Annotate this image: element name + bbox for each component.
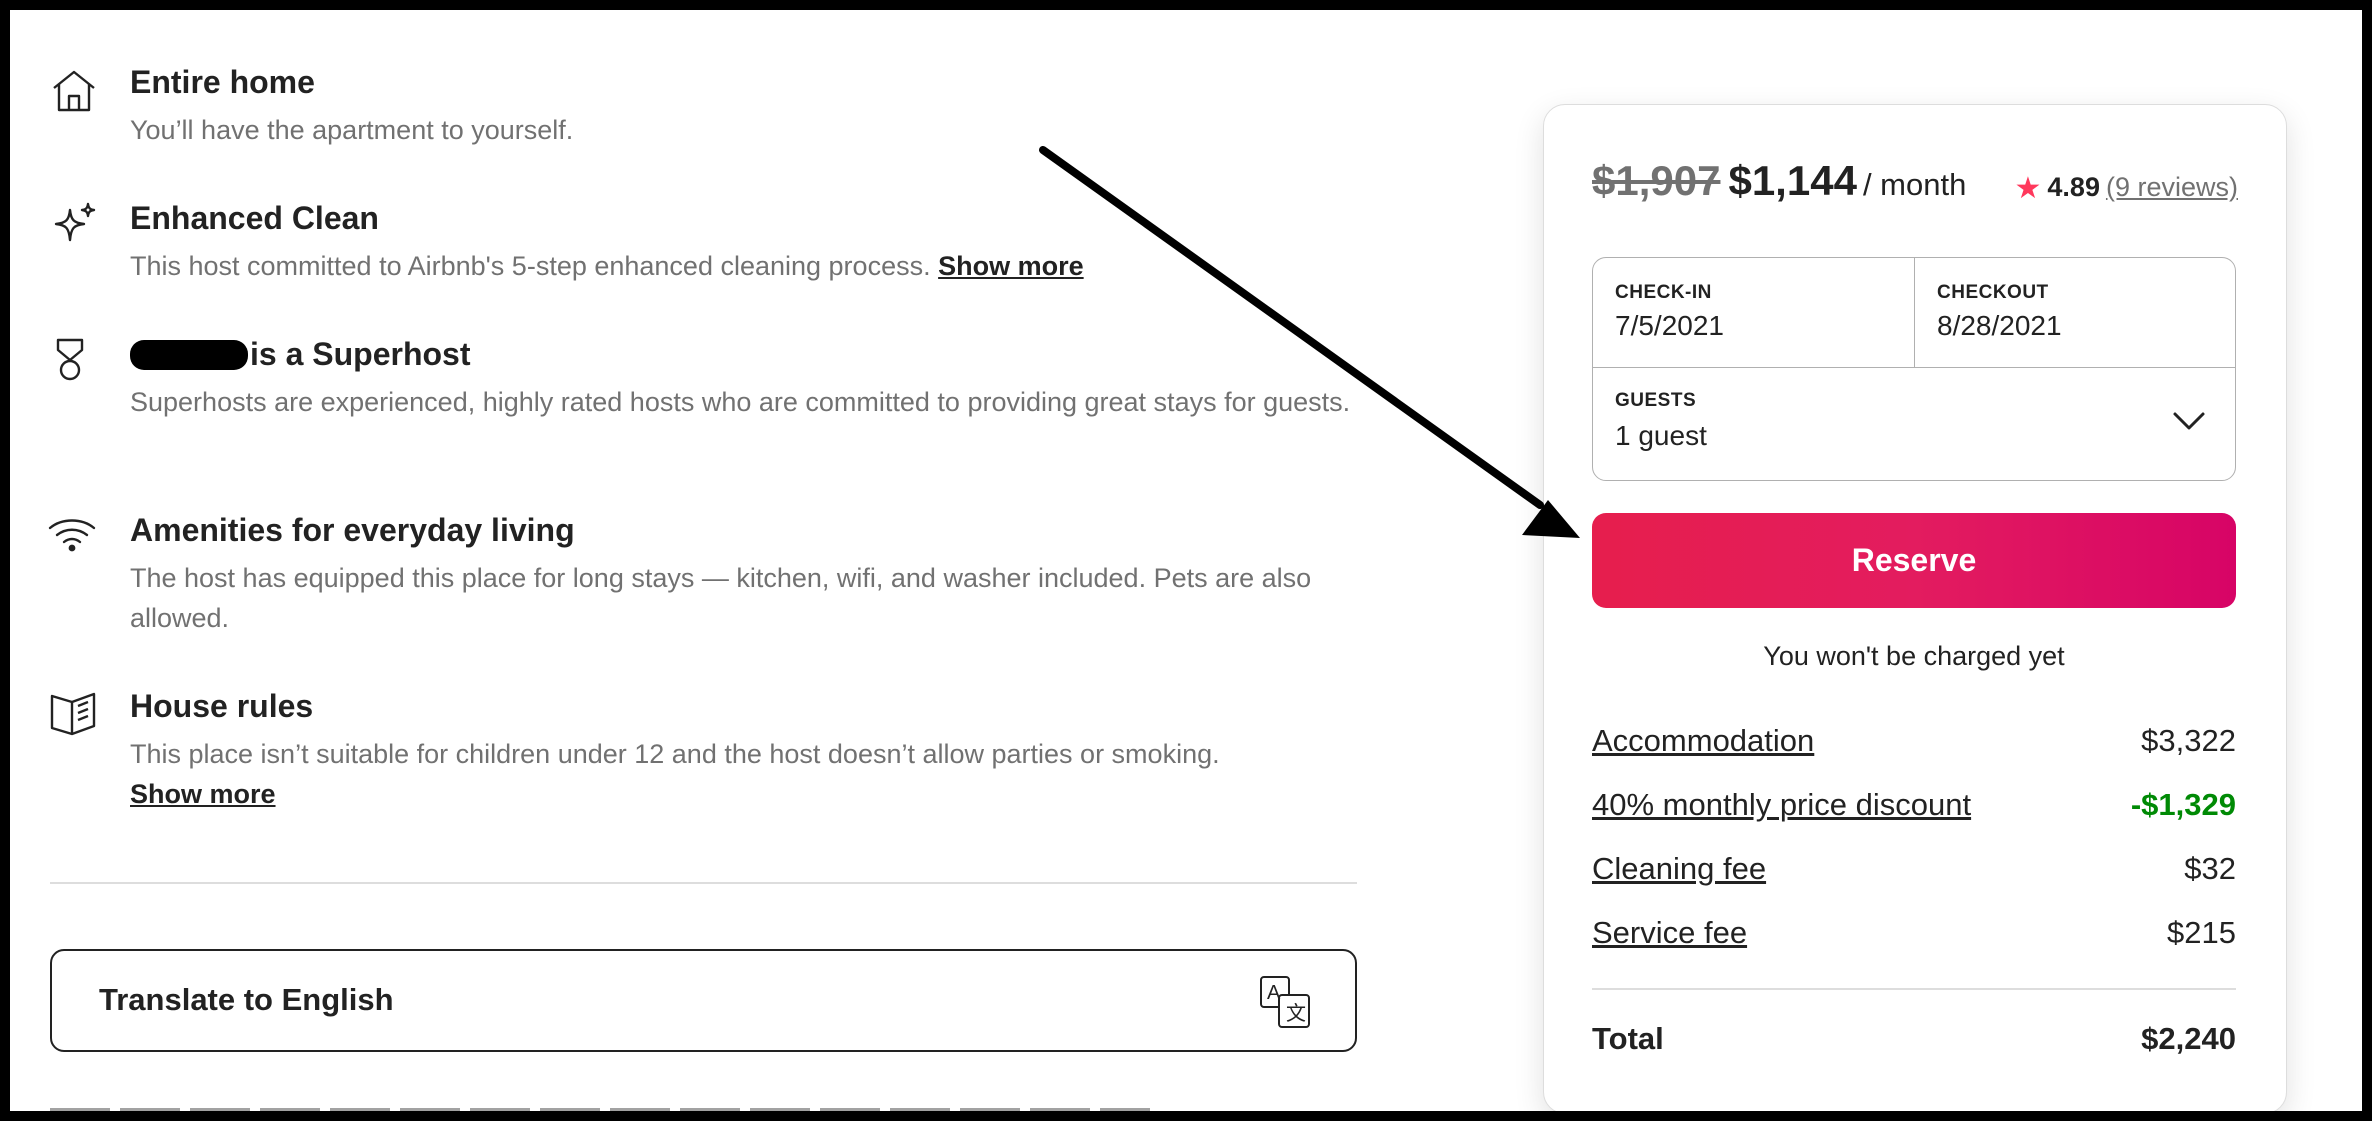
translate-label: Translate to English bbox=[99, 982, 394, 1017]
fee-amount: $32 bbox=[2184, 851, 2236, 886]
fee-amount: $215 bbox=[2167, 915, 2236, 950]
checkout-value: 8/28/2021 bbox=[1937, 310, 2062, 341]
fee-label[interactable]: 40% monthly price discount bbox=[1592, 787, 1971, 823]
fee-label[interactable]: Service fee bbox=[1592, 915, 1747, 951]
original-price: $1,907 bbox=[1592, 157, 1721, 204]
wifi-icon bbox=[48, 512, 100, 564]
translate-button[interactable]: Translate to English A文 bbox=[50, 949, 1357, 1052]
svg-text:A: A bbox=[1267, 982, 1281, 1004]
date-guest-picker: CHECK-IN 7/5/2021 CHECKOUT 8/28/2021 GUE… bbox=[1592, 257, 2236, 481]
reviews-link[interactable]: (9 reviews) bbox=[2106, 172, 2238, 202]
total-label: Total bbox=[1592, 1021, 1664, 1056]
fee-label[interactable]: Cleaning fee bbox=[1592, 851, 1766, 887]
reserve-button[interactable]: Reserve bbox=[1592, 513, 2236, 608]
fee-row-cleaning: Cleaning fee $32 bbox=[1592, 851, 2236, 891]
translate-icon: A文 bbox=[1259, 975, 1311, 1029]
checkin-value: 7/5/2021 bbox=[1615, 310, 1724, 341]
svg-text:文: 文 bbox=[1286, 1002, 1306, 1025]
card-divider bbox=[1592, 988, 2236, 990]
medal-icon bbox=[48, 336, 100, 388]
checkin-label: CHECK-IN bbox=[1615, 282, 1712, 303]
highlight-text: This host committed to Airbnb's 5-step e… bbox=[130, 251, 931, 281]
no-charge-note: You won't be charged yet bbox=[1763, 641, 2065, 671]
rating: ★ 4.89 (9 reviews) bbox=[2015, 171, 2239, 206]
cut-off-text bbox=[50, 1108, 1150, 1114]
book-icon bbox=[48, 688, 100, 740]
total-amount: $2,240 bbox=[2141, 1021, 2236, 1056]
highlight-title: Entire home bbox=[130, 64, 315, 100]
guests-dropdown[interactable]: GUESTS 1 guest bbox=[1593, 368, 2235, 480]
guests-value: 1 guest bbox=[1615, 420, 1707, 451]
checkin-field[interactable]: CHECK-IN 7/5/2021 bbox=[1593, 258, 1915, 368]
house-icon bbox=[48, 64, 100, 116]
chevron-down-icon bbox=[2171, 408, 2207, 434]
redacted-name bbox=[130, 340, 248, 370]
show-more-link[interactable]: Show more bbox=[938, 251, 1084, 281]
price-line: $1,907 $1,144/ month bbox=[1592, 157, 1966, 205]
checkout-field[interactable]: CHECKOUT 8/28/2021 bbox=[1915, 258, 2235, 368]
sparkle-icon bbox=[48, 200, 100, 252]
star-icon: ★ bbox=[2014, 172, 2042, 205]
highlight-title: is a Superhost bbox=[130, 336, 471, 373]
highlight-title: Amenities for everyday living bbox=[130, 512, 575, 548]
booking-card: $1,907 $1,144/ month ★ 4.89 (9 reviews) CHE… bbox=[1543, 104, 2287, 1114]
fee-row-accommodation: Accommodation $3,322 bbox=[1592, 723, 2236, 763]
highlight-description: Superhosts are experienced, highly rated… bbox=[130, 387, 1351, 417]
highlight-description: This place isn’t suitable for children u… bbox=[130, 734, 1410, 814]
discounted-price: $1,144 bbox=[1728, 157, 1857, 204]
fee-row-discount: 40% monthly price discount -$1,329 bbox=[1592, 787, 2236, 827]
highlight-description: This host committed to Airbnb's 5-step e… bbox=[130, 246, 1410, 286]
price-period: / month bbox=[1862, 167, 1967, 202]
highlight-description: The host has equipped this place for lon… bbox=[130, 563, 1312, 633]
discount-amount: -$1,329 bbox=[2130, 787, 2236, 822]
fee-label[interactable]: Accommodation bbox=[1592, 723, 1814, 759]
guests-label: GUESTS bbox=[1615, 390, 1697, 411]
superhost-text: is a Superhost bbox=[250, 336, 471, 372]
checkout-label: CHECKOUT bbox=[1937, 282, 2049, 303]
rating-value: 4.89 bbox=[2047, 172, 2100, 202]
highlight-text: This place isn’t suitable for children u… bbox=[130, 739, 1220, 769]
highlight-description: You’ll have the apartment to yourself. bbox=[130, 115, 574, 145]
fee-amount: $3,322 bbox=[2141, 723, 2236, 758]
fee-row-service: Service fee $215 bbox=[1592, 915, 2236, 955]
show-more-link[interactable]: Show more bbox=[130, 779, 276, 809]
highlight-title: Enhanced Clean bbox=[130, 200, 379, 236]
section-divider bbox=[50, 882, 1357, 884]
highlight-title: House rules bbox=[130, 688, 314, 724]
